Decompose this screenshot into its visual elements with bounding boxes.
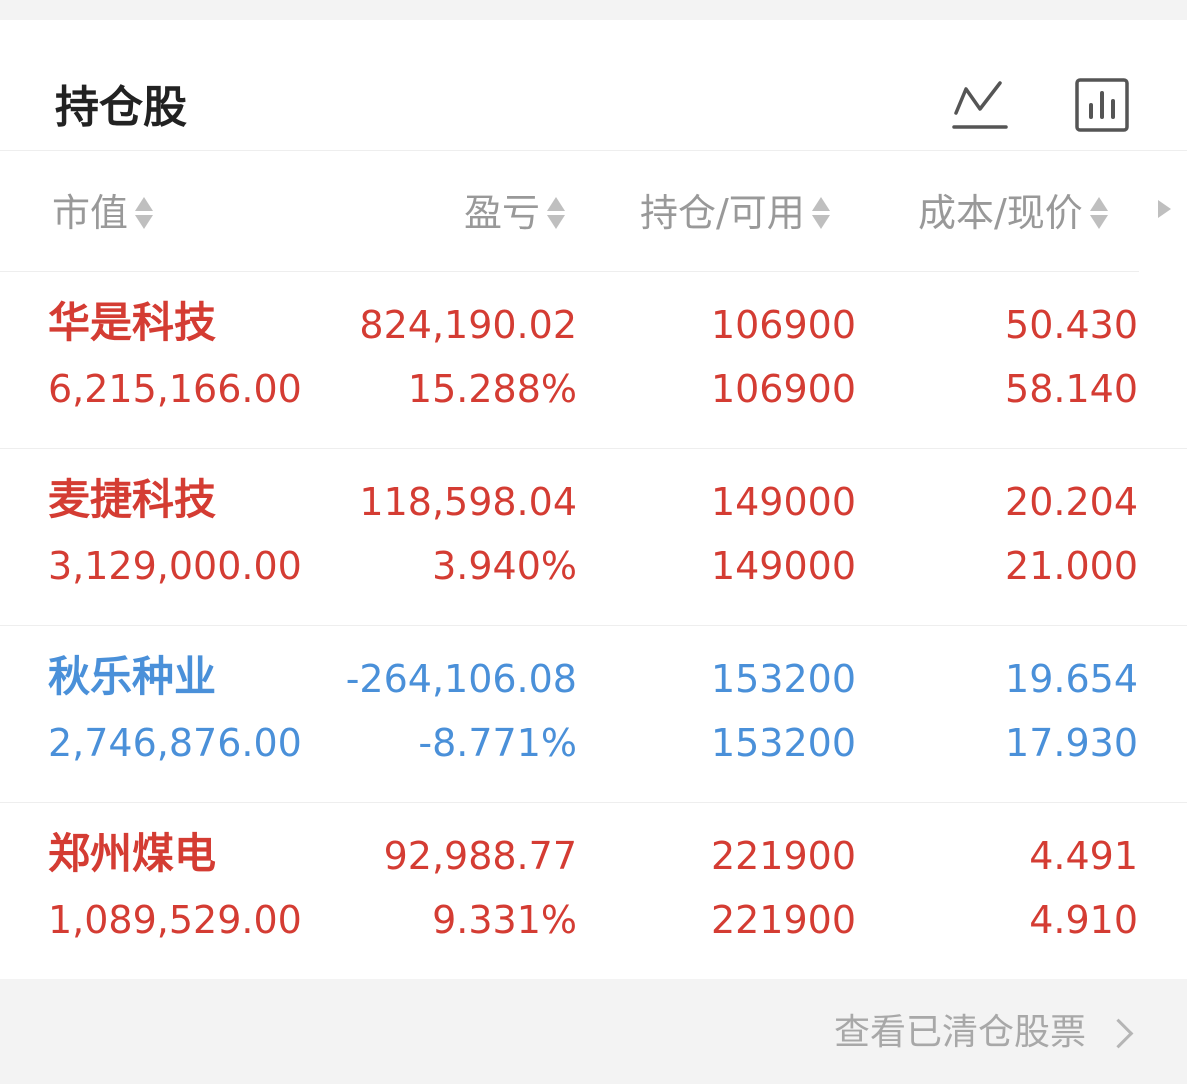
profit-percent: -8.771% xyxy=(418,721,577,765)
position-qty: 221900 xyxy=(710,834,856,878)
holding-row[interactable]: 郑州煤电 1,089,529.00 92,988.77 9.331% 22190… xyxy=(0,803,1187,979)
position-qty: 106900 xyxy=(710,303,856,347)
card-header: 持仓股 xyxy=(0,20,1187,151)
profit-amount: 118,598.04 xyxy=(359,480,577,524)
available-qty: 153200 xyxy=(710,721,856,765)
column-header: 市值 盈亏 持仓/可用 成本/现价 xyxy=(0,151,1139,272)
profit-percent: 9.331% xyxy=(432,898,577,942)
profit-percent: 15.288% xyxy=(407,367,577,411)
profit-amount: -264,106.08 xyxy=(345,657,577,701)
top-gap xyxy=(0,0,1187,20)
stock-name: 郑州煤电 xyxy=(48,829,217,878)
cost-price: 20.204 xyxy=(1005,480,1138,524)
scroll-right-arrow-icon[interactable] xyxy=(1158,200,1171,218)
sort-icon xyxy=(1089,195,1109,231)
bar-chart-icon[interactable] xyxy=(1074,77,1130,133)
cost-price: 4.491 xyxy=(1029,834,1138,878)
holdings-card: 持仓股 市值 盈亏 持仓/可用 成本/现价 华是科技 6,215,166.00 … xyxy=(0,20,1187,979)
profit-amount: 824,190.02 xyxy=(359,303,577,347)
view-cleared-stocks-link[interactable]: 查看已清仓股票 xyxy=(834,1009,1134,1057)
current-price: 4.910 xyxy=(1029,898,1138,942)
market-value: 3,129,000.00 xyxy=(48,544,302,588)
sort-icon xyxy=(546,195,566,231)
sort-icon xyxy=(134,195,154,231)
line-chart-icon[interactable] xyxy=(952,77,1008,133)
chevron-right-icon xyxy=(1103,1018,1134,1048)
available-qty: 221900 xyxy=(710,898,856,942)
position-qty: 149000 xyxy=(710,480,856,524)
stock-name: 秋乐种业 xyxy=(48,652,217,701)
current-price: 58.140 xyxy=(1005,367,1138,411)
col-position[interactable]: 持仓/可用 xyxy=(640,187,831,239)
market-value: 2,746,876.00 xyxy=(48,721,302,765)
current-price: 21.000 xyxy=(1005,544,1138,588)
cost-price: 19.654 xyxy=(1005,657,1138,701)
col-market-value[interactable]: 市值 xyxy=(52,187,154,239)
market-value: 6,215,166.00 xyxy=(48,367,302,411)
available-qty: 106900 xyxy=(710,367,856,411)
position-qty: 153200 xyxy=(710,657,856,701)
holdings-list: 华是科技 6,215,166.00 824,190.02 15.288% 106… xyxy=(0,272,1187,979)
holding-row[interactable]: 秋乐种业 2,746,876.00 -264,106.08 -8.771% 15… xyxy=(0,626,1187,803)
sort-icon xyxy=(811,195,831,231)
market-value: 1,089,529.00 xyxy=(48,898,302,942)
col-profit-loss[interactable]: 盈亏 xyxy=(464,187,566,239)
profit-percent: 3.940% xyxy=(432,544,577,588)
available-qty: 149000 xyxy=(710,544,856,588)
col-cost-price[interactable]: 成本/现价 xyxy=(918,187,1109,239)
holding-row[interactable]: 华是科技 6,215,166.00 824,190.02 15.288% 106… xyxy=(0,272,1187,449)
current-price: 17.930 xyxy=(1005,721,1138,765)
profit-amount: 92,988.77 xyxy=(383,834,577,878)
stock-name: 麦捷科技 xyxy=(48,475,217,524)
cost-price: 50.430 xyxy=(1005,303,1138,347)
page-title: 持仓股 xyxy=(55,82,187,133)
stock-name: 华是科技 xyxy=(48,298,217,347)
footer: 查看已清仓股票 xyxy=(0,979,1187,1084)
holding-row[interactable]: 麦捷科技 3,129,000.00 118,598.04 3.940% 1490… xyxy=(0,449,1187,626)
